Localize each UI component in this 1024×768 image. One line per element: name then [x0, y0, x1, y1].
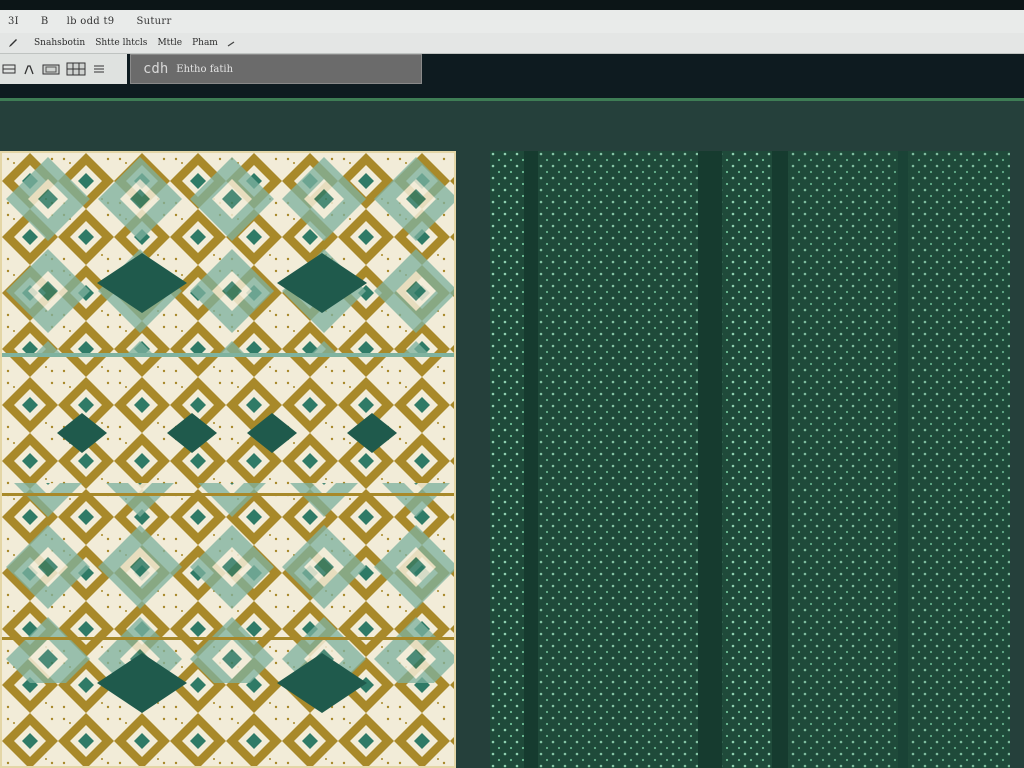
title-bar: [0, 0, 1024, 10]
dot-pattern-preview[interactable]: [490, 151, 1010, 768]
chevron-icon[interactable]: [226, 38, 236, 48]
grid-icon[interactable]: [66, 62, 86, 76]
toolbar-item-2[interactable]: Shtte lhtcls: [90, 38, 152, 48]
pattern-canvas[interactable]: [0, 151, 456, 768]
pattern-artwork: [2, 153, 454, 766]
pencil-icon[interactable]: [8, 38, 18, 48]
menu-item-4[interactable]: Suturr: [132, 16, 175, 27]
document-tab-icon: cdh: [143, 61, 169, 77]
list-icon[interactable]: [92, 62, 106, 76]
tool-buttons: [0, 54, 127, 84]
dot-pattern-artwork: [490, 151, 1010, 768]
menu-bar: 3I B lb odd t9 Suturr: [0, 10, 1024, 34]
frame-icon[interactable]: [42, 62, 60, 76]
brush-icon[interactable]: [22, 62, 36, 76]
menu-item-1[interactable]: 3I: [4, 16, 23, 27]
menu-item-2[interactable]: B: [37, 16, 53, 27]
toolbar-item-3[interactable]: Mttle: [152, 38, 187, 48]
document-tab-label: Ehtho fatih: [176, 63, 234, 75]
toolbar-item-4[interactable]: Pham: [187, 38, 223, 48]
menu-item-3[interactable]: lb odd t9: [63, 16, 119, 27]
toolbar: Snahsbotin Shtte lhtcls Mttle Pham: [0, 33, 1024, 54]
document-tab[interactable]: cdh Ehtho fatih: [130, 54, 422, 84]
toolbar-item-1[interactable]: Snahsbotin: [29, 38, 90, 48]
layers-icon[interactable]: [2, 62, 16, 76]
